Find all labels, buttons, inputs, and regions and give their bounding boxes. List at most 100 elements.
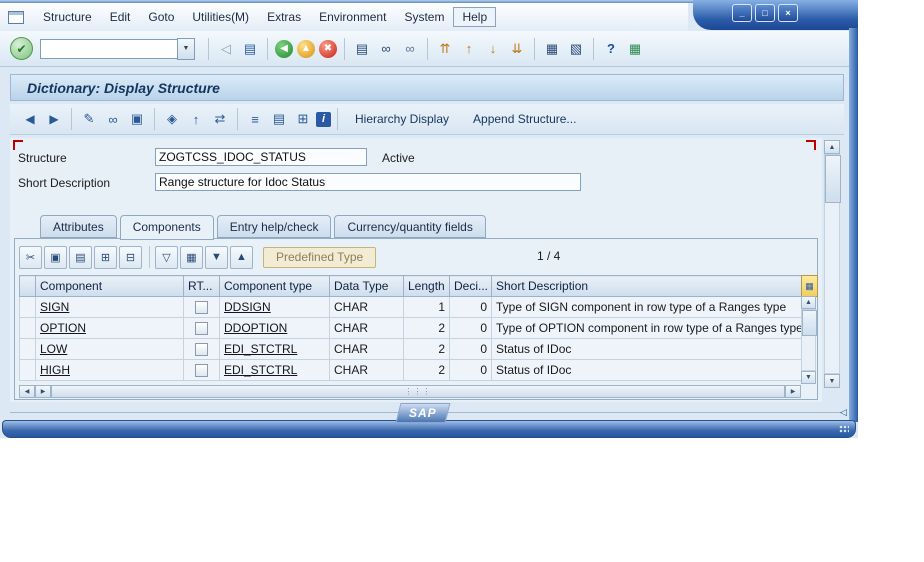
predefined-type-button[interactable]: Predefined Type (263, 247, 376, 268)
close-button[interactable]: × (778, 4, 798, 22)
select-all-icon[interactable]: ▽ (155, 246, 178, 269)
help-icon[interactable]: ? (600, 38, 622, 60)
scroll-right-button[interactable]: ▶ (35, 385, 51, 398)
find-next-icon[interactable]: ∞ (399, 38, 421, 60)
copy-rows-icon[interactable]: ▣ (44, 246, 67, 269)
table-row[interactable]: LOW EDI_STCTRL CHAR 2 0 Status of IDoc (20, 339, 802, 360)
where-used-icon[interactable]: ◈ (161, 108, 183, 130)
new-session-icon[interactable]: ▦ (541, 38, 563, 60)
component-link[interactable]: LOW (40, 342, 67, 356)
column-header[interactable]: Component type (220, 276, 330, 297)
copy-icon[interactable]: ▣ (126, 108, 148, 130)
paste-rows-icon[interactable]: ▤ (69, 246, 92, 269)
column-header[interactable]: RT... (184, 276, 220, 297)
cut-icon[interactable]: ✂ (19, 246, 42, 269)
insert-row-icon[interactable]: ⊞ (94, 246, 117, 269)
menu-item[interactable]: Help (453, 7, 496, 27)
table-row[interactable]: HIGH EDI_STCTRL CHAR 2 0 Status of IDoc (20, 360, 802, 381)
info-icon[interactable]: i (316, 112, 331, 127)
scroll-thumb[interactable] (825, 155, 841, 203)
component-link[interactable]: HIGH (40, 363, 70, 377)
structure-field[interactable] (155, 148, 367, 166)
customize-layout-icon[interactable]: ▦ (624, 38, 646, 60)
table-contents-icon[interactable]: ⊞ (292, 108, 314, 130)
tab[interactable]: Attributes (40, 215, 117, 238)
scroll-right-button[interactable]: ▶ (785, 385, 801, 398)
tab[interactable]: Components (120, 215, 214, 240)
hierarchy-display-button[interactable]: Hierarchy Display (343, 109, 461, 129)
short-description-field[interactable] (155, 173, 581, 191)
save-icon[interactable]: ▤ (239, 38, 261, 60)
print-icon[interactable]: ▤ (351, 38, 373, 60)
menu-item[interactable]: Environment (310, 7, 395, 27)
row-selector[interactable] (20, 318, 36, 339)
jump-to-icon[interactable]: ↑ (185, 108, 207, 130)
column-header[interactable]: Data Type (330, 276, 404, 297)
session-menu-icon[interactable] (8, 11, 24, 24)
splitter-grip-icon[interactable]: ⋮⋮⋮ (405, 387, 432, 396)
scroll-down-button[interactable]: ▼ (824, 374, 840, 388)
column-header[interactable]: Component (36, 276, 184, 297)
enter-icon[interactable]: ✔ (10, 37, 33, 60)
cancel-icon[interactable]: ✖ (319, 40, 337, 58)
menu-item[interactable]: Edit (101, 7, 140, 27)
reference-type-checkbox[interactable] (195, 322, 208, 335)
component-type-link[interactable]: EDI_STCTRL (224, 342, 297, 356)
component-type-link[interactable]: DDOPTION (224, 321, 287, 335)
hierarchy-icon[interactable]: ≡ (244, 108, 266, 130)
row-selector[interactable] (20, 297, 36, 318)
find-icon[interactable]: ∞ (375, 38, 397, 60)
component-type-link[interactable]: DDSIGN (224, 300, 271, 314)
menu-item[interactable]: Structure (34, 7, 101, 27)
create-shortcut-icon[interactable]: ▧ (565, 38, 587, 60)
restore-button[interactable]: □ (755, 4, 775, 22)
delete-row-icon[interactable]: ⊟ (119, 246, 142, 269)
next-page-icon[interactable]: ↓ (482, 38, 504, 60)
minimize-button[interactable]: _ (732, 4, 752, 22)
scroll-up-button[interactable]: ▲ (801, 296, 816, 309)
move-up-icon[interactable]: ▲ (230, 246, 253, 269)
resize-grip[interactable] (839, 425, 849, 433)
back-icon[interactable]: ◁ (215, 38, 237, 60)
component-link[interactable]: OPTION (40, 321, 86, 335)
table-row[interactable]: SIGN DDSIGN CHAR 1 0 Type of SIGN compon… (20, 297, 802, 318)
scroll-thumb[interactable]: ⋮⋮⋮ (51, 385, 785, 398)
column-header[interactable]: Deci... (450, 276, 492, 297)
select-block-icon[interactable]: ▦ (180, 246, 203, 269)
component-link[interactable]: SIGN (40, 300, 69, 314)
scroll-track[interactable] (801, 309, 816, 371)
scroll-thumb[interactable] (802, 310, 817, 336)
menu-item[interactable]: Goto (139, 7, 183, 27)
previous-page-icon[interactable]: ↑ (458, 38, 480, 60)
first-page-icon[interactable]: ⇈ (434, 38, 456, 60)
continue-icon[interactable]: ◀ (275, 40, 293, 58)
print-icon[interactable]: ▤ (268, 108, 290, 130)
column-header[interactable]: Short Description (492, 276, 802, 297)
reference-type-checkbox[interactable] (195, 301, 208, 314)
selector-column-header[interactable] (20, 276, 36, 297)
reference-type-checkbox[interactable] (195, 364, 208, 377)
row-selector[interactable] (20, 360, 36, 381)
tab[interactable]: Entry help/check (217, 215, 332, 238)
scroll-down-button[interactable]: ▼ (801, 371, 816, 384)
layout-settings-icon[interactable]: ▦ (801, 275, 818, 297)
scroll-track[interactable] (824, 154, 840, 374)
back-icon[interactable]: ◀ (19, 108, 41, 130)
table-row[interactable]: OPTION DDOPTION CHAR 2 0 Type of OPTION … (20, 318, 802, 339)
append-structure-button[interactable]: Append Structure... (461, 109, 588, 129)
component-type-link[interactable]: EDI_STCTRL (224, 363, 297, 377)
reference-type-checkbox[interactable] (195, 343, 208, 356)
status-expand-icon[interactable]: ◁ (840, 407, 847, 418)
move-down-icon[interactable]: ▼ (205, 246, 228, 269)
scroll-left-button[interactable]: ◀ (19, 385, 35, 398)
menu-item[interactable]: System (395, 7, 453, 27)
compare-icon[interactable]: ⇄ (209, 108, 231, 130)
row-selector[interactable] (20, 339, 36, 360)
search-icon[interactable]: ∞ (102, 108, 124, 130)
forward-icon[interactable]: ▶ (43, 108, 65, 130)
menu-item[interactable]: Utilities(M) (183, 7, 258, 27)
command-input[interactable] (40, 39, 177, 59)
tab[interactable]: Currency/quantity fields (334, 215, 485, 238)
last-page-icon[interactable]: ⇊ (506, 38, 528, 60)
exit-icon[interactable]: ▲ (297, 40, 315, 58)
